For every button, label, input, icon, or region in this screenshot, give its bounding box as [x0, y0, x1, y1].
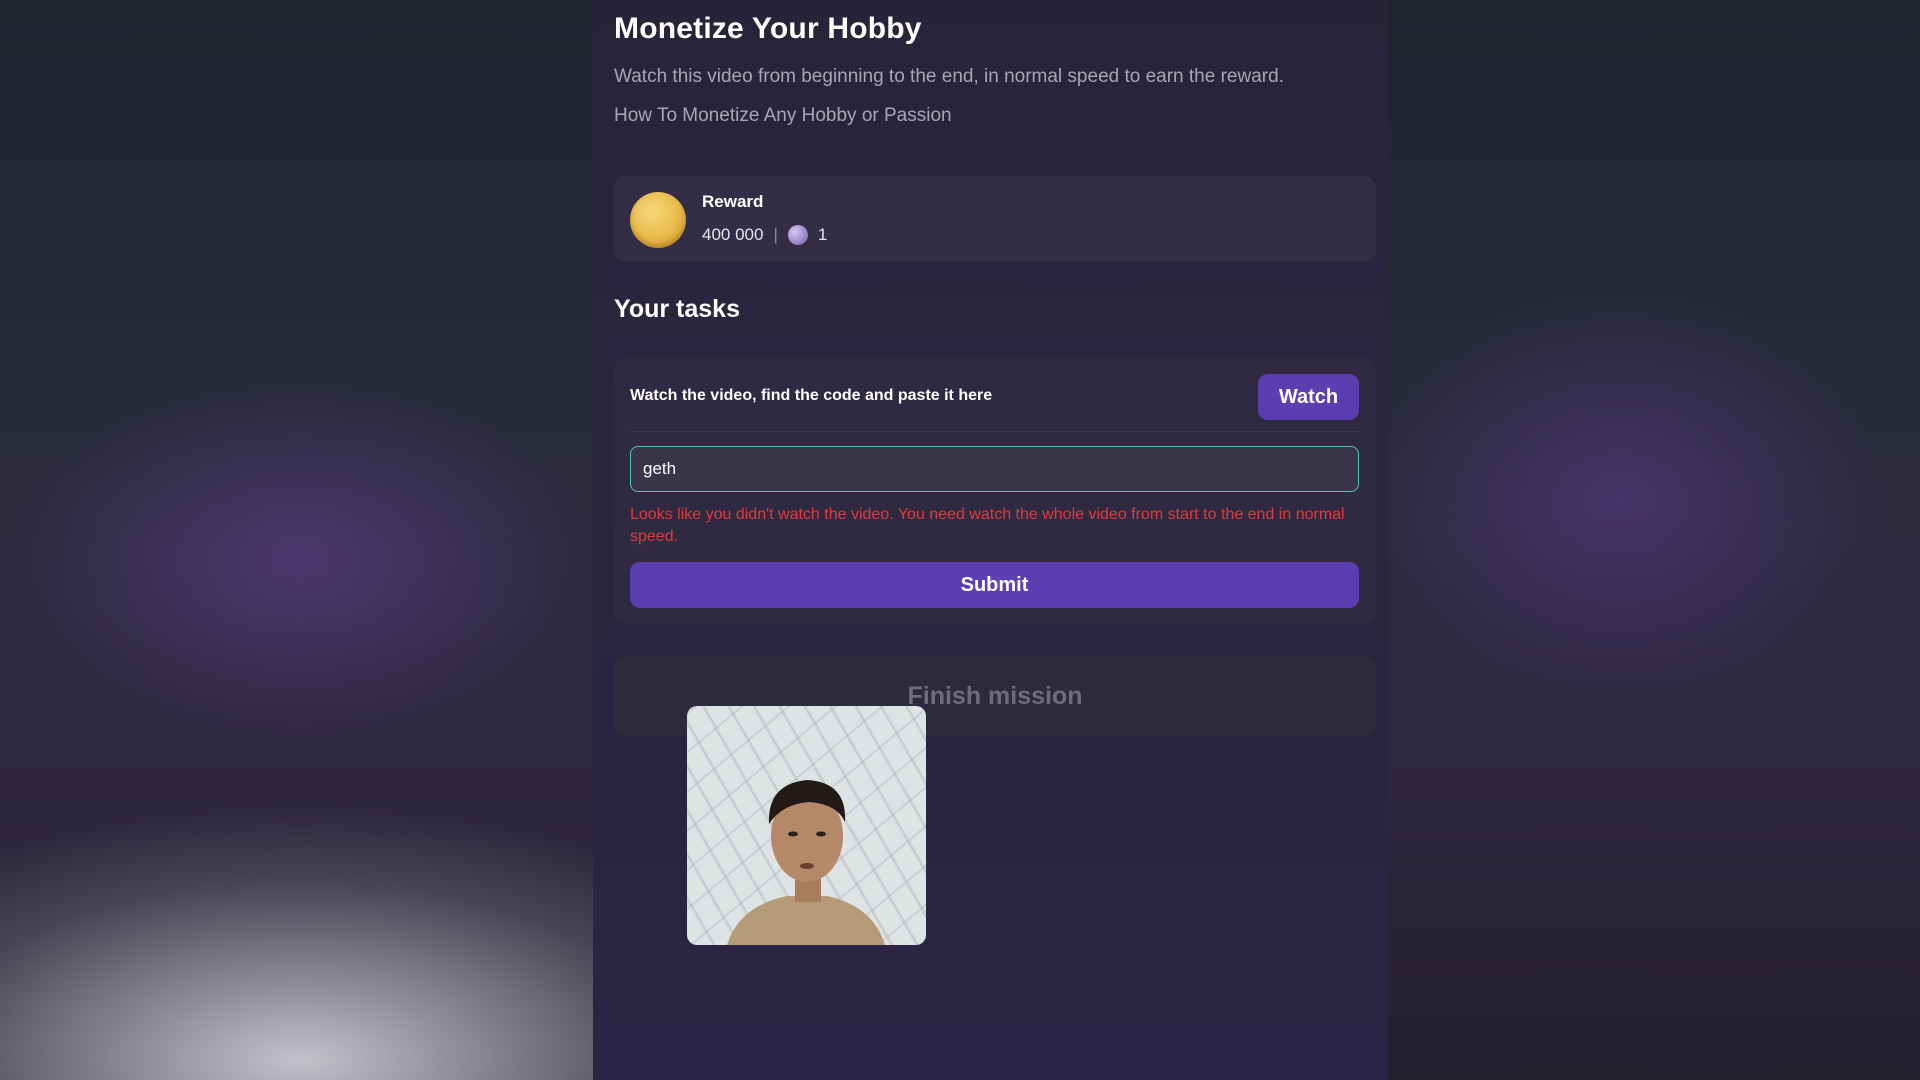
- reward-coins: 400 000: [702, 225, 764, 244]
- watch-button[interactable]: Watch: [1258, 374, 1359, 420]
- error-message: Looks like you didn't watch the video. Y…: [630, 506, 1345, 545]
- purple-gem-icon: [787, 225, 808, 245]
- task-instruction: Watch the video, find the code and paste…: [630, 387, 993, 404]
- blurred-background-right: [1327, 0, 1920, 1080]
- reward-values: 400 000 | 1: [702, 225, 827, 245]
- task-card: Watch the video, find the code and paste…: [614, 358, 1376, 624]
- page-subtitle: Watch this video from beginning to the e…: [614, 66, 1284, 87]
- tasks-heading: Your tasks: [614, 295, 740, 323]
- video-name: How To Monetize Any Hobby or Passion: [614, 105, 952, 126]
- finish-mission-label: Finish mission: [907, 681, 1083, 710]
- reward-gems: 1: [817, 225, 828, 244]
- reward-label: Reward: [702, 192, 764, 211]
- blurred-background-left: [0, 0, 593, 1080]
- webcam-overlay: [687, 706, 926, 945]
- page-title: Monetize Your Hobby: [614, 12, 922, 45]
- gold-coin-icon: [630, 192, 686, 248]
- person-illustration: [727, 780, 885, 945]
- submit-button[interactable]: Submit: [630, 562, 1359, 608]
- reward-card: Reward 400 000 | 1: [614, 176, 1376, 262]
- divider: [630, 431, 1359, 432]
- reward-separator: |: [773, 225, 778, 244]
- code-input[interactable]: [630, 446, 1359, 492]
